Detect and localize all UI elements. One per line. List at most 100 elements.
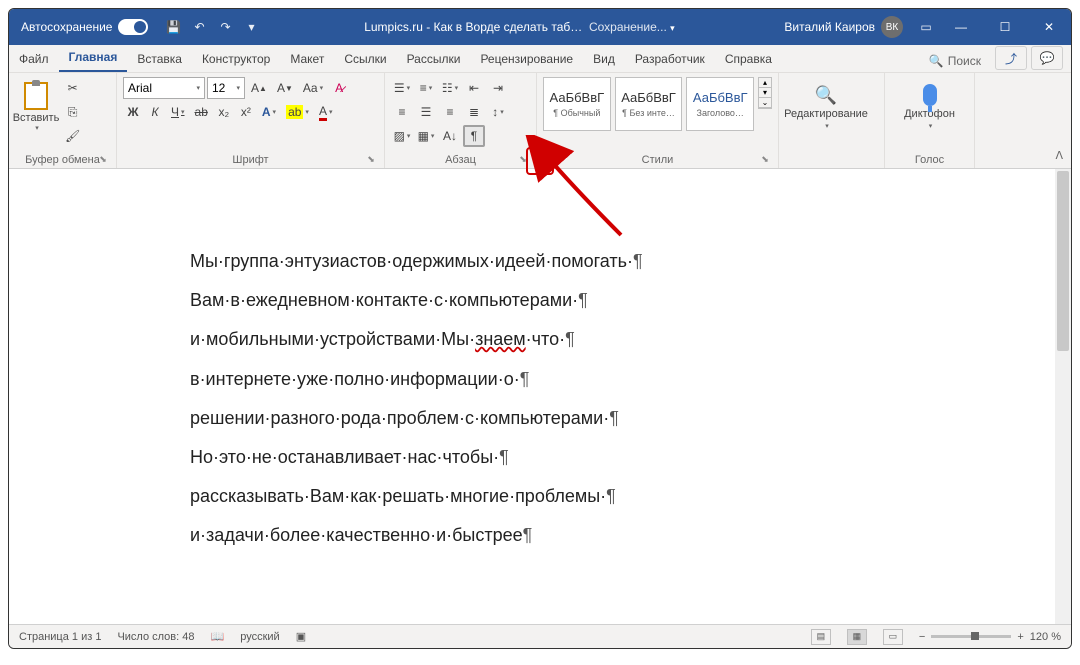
document-area[interactable]: Мы·группа·энтузиастов·одержимых·идеей·по… (9, 169, 1071, 624)
multilevel-button[interactable]: ☷▾ (439, 77, 461, 99)
copy-icon: ⎘ (68, 105, 78, 120)
launcher-icon[interactable]: ⬊ (366, 154, 376, 164)
show-paragraph-marks-button[interactable]: ¶ (463, 125, 485, 147)
strikethrough-button[interactable]: ab (191, 101, 212, 123)
minimize-button[interactable]: — (939, 9, 983, 45)
save-icon[interactable]: 💾 (164, 18, 182, 36)
subscript-button[interactable]: x₂ (214, 101, 234, 123)
underline-button[interactable]: Ч▾ (167, 101, 189, 123)
tab-file[interactable]: Файл (9, 46, 59, 72)
font-color-button[interactable]: A▾ (315, 101, 337, 123)
ribbon-display-icon[interactable]: ▭ (917, 18, 935, 36)
search-box[interactable]: 🔍 Поиск (919, 50, 991, 72)
text-line[interactable]: Вам·в·ежедневном·контакте·с·компьютерами… (190, 288, 890, 313)
autosave-toggle[interactable] (118, 19, 148, 35)
bold-button[interactable]: Ж (123, 101, 143, 123)
text-line[interactable]: решении·разного·рода·проблем·с·компьютер… (190, 406, 890, 431)
undo-icon[interactable]: ↶ (190, 18, 208, 36)
chevron-up-icon[interactable]: ▴ (759, 78, 771, 88)
style-heading1[interactable]: АаБбВвГ Заголово… (686, 77, 754, 131)
launcher-icon[interactable]: ⬊ (760, 154, 770, 164)
change-case-button[interactable]: Aa▾ (299, 77, 327, 99)
zoom-level[interactable]: 120 % (1030, 631, 1061, 643)
text-line[interactable]: Но·это·не·останавливает·нас·чтобы·¶ (190, 445, 890, 470)
spellcheck-icon[interactable]: 📖 (211, 630, 225, 643)
justify-button[interactable]: ≣ (463, 101, 485, 123)
tab-layout[interactable]: Макет (280, 46, 334, 72)
share-button[interactable]: ⤴ (995, 46, 1027, 70)
app-window: Автосохранение 💾 ↶ ↷ ▾ Lumpics.ru - Как … (8, 8, 1072, 649)
align-center-button[interactable]: ☰ (415, 101, 437, 123)
ribbon: Вставить ▾ ✂ ⎘ 🖌 Буфер обмена ⬊ Arial▾ 1… (9, 73, 1071, 169)
macro-icon[interactable]: ▣ (296, 630, 306, 643)
shrink-font-button[interactable]: A▼ (273, 77, 297, 99)
style-normal[interactable]: АаБбВвГ ¶ Обычный (543, 77, 611, 131)
paste-button[interactable]: Вставить ▾ (15, 77, 57, 137)
increase-indent-button[interactable]: ⇥ (487, 77, 509, 99)
decrease-indent-button[interactable]: ⇤ (463, 77, 485, 99)
chevron-down-icon[interactable]: ▾ (759, 88, 771, 98)
bullets-button[interactable]: ☰▾ (391, 77, 413, 99)
tab-help[interactable]: Справка (715, 46, 782, 72)
microphone-icon (923, 84, 937, 106)
maximize-button[interactable]: ☐ (983, 9, 1027, 45)
status-page[interactable]: Страница 1 из 1 (19, 631, 101, 643)
tab-review[interactable]: Рецензирование (470, 46, 583, 72)
text-line[interactable]: Мы·группа·энтузиастов·одержимых·идеей·по… (190, 249, 890, 274)
superscript-button[interactable]: x² (236, 101, 256, 123)
text-effects-button[interactable]: A▾ (258, 101, 280, 123)
close-button[interactable]: ✕ (1027, 9, 1071, 45)
view-web-layout[interactable]: ▭ (883, 629, 903, 645)
align-left-button[interactable]: ≡ (391, 101, 413, 123)
status-language[interactable]: русский (240, 631, 279, 643)
text-line[interactable]: и·мобильными·устройствами·Мы·знаем·что·¶ (190, 327, 890, 352)
vertical-scrollbar[interactable] (1055, 169, 1071, 624)
autosave-label: Автосохранение (21, 20, 112, 34)
collapse-ribbon-icon[interactable]: ᐱ (1055, 149, 1063, 162)
shading-button[interactable]: ▨▾ (391, 125, 413, 147)
format-painter-button[interactable]: 🖌 (61, 125, 84, 147)
grow-font-button[interactable]: A▲ (247, 77, 271, 99)
font-name-combo[interactable]: Arial▾ (123, 77, 205, 99)
sort-button[interactable]: A↓ (439, 125, 461, 147)
tab-home[interactable]: Главная (59, 44, 128, 72)
launcher-icon[interactable]: ⬊ (98, 154, 108, 164)
clear-formatting-button[interactable]: A̷ (329, 77, 349, 99)
text-line[interactable]: в·интернете·уже·полно·информации·о·¶ (190, 367, 890, 392)
redo-icon[interactable]: ↷ (216, 18, 234, 36)
zoom-out-button[interactable]: − (919, 631, 925, 643)
styles-gallery-nav[interactable]: ▴ ▾ ⌄ (758, 77, 772, 109)
highlight-button[interactable]: ab▾ (282, 101, 313, 123)
align-right-button[interactable]: ≡ (439, 101, 461, 123)
user-account[interactable]: Виталий Каиров ВК (774, 16, 913, 38)
tab-design[interactable]: Конструктор (192, 46, 280, 72)
qat-customize-icon[interactable]: ▾ (242, 18, 260, 36)
line-spacing-button[interactable]: ↕▾ (487, 101, 509, 123)
tab-developer[interactable]: Разработчик (625, 46, 715, 72)
tab-view[interactable]: Вид (583, 46, 625, 72)
launcher-icon[interactable]: ⬊ (518, 154, 528, 164)
text-line[interactable]: и·задачи·более·качественно·и·быстрее¶ (190, 523, 890, 548)
comments-button[interactable]: 💬 (1031, 46, 1063, 70)
editing-button[interactable]: 🔍 Редактирование ▾ (785, 77, 867, 137)
view-print-layout[interactable]: ▦ (847, 629, 867, 645)
zoom-slider[interactable] (931, 635, 1011, 638)
cut-button[interactable]: ✂ (61, 77, 84, 99)
tab-insert[interactable]: Вставка (127, 46, 192, 72)
text-line[interactable]: рассказывать·Вам·как·решать·многие·пробл… (190, 484, 890, 509)
font-size-combo[interactable]: 12▾ (207, 77, 245, 99)
borders-button[interactable]: ▦▾ (415, 125, 437, 147)
dictate-button[interactable]: Диктофон ▾ (891, 77, 968, 137)
numbering-button[interactable]: ≡▾ (415, 77, 437, 99)
tab-mailings[interactable]: Рассылки (397, 46, 471, 72)
style-no-spacing[interactable]: АаБбВвГ ¶ Без инте… (615, 77, 683, 131)
view-read-mode[interactable]: ▤ (811, 629, 831, 645)
expand-icon[interactable]: ⌄ (759, 98, 771, 108)
status-word-count[interactable]: Число слов: 48 (117, 631, 194, 643)
italic-button[interactable]: К (145, 101, 165, 123)
scrollbar-thumb[interactable] (1057, 171, 1069, 351)
tab-references[interactable]: Ссылки (334, 46, 396, 72)
document-page[interactable]: Мы·группа·энтузиастов·одержимых·идеей·по… (180, 189, 900, 549)
copy-button[interactable]: ⎘ (61, 101, 84, 123)
zoom-in-button[interactable]: + (1017, 631, 1023, 643)
